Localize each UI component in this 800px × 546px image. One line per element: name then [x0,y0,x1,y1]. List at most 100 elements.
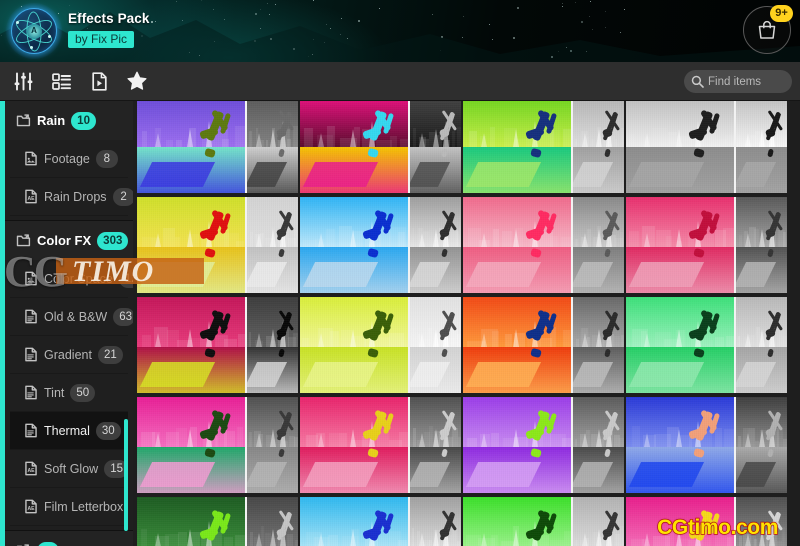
effect-tile[interactable] [300,197,461,293]
sidebar-item-count: 2 [112,187,133,206]
sidebar-item-count: 21 [97,345,123,364]
sidebar-item-thermal[interactable]: Thermal 30 [10,412,128,450]
sidebar-item-count: 121 [118,269,133,288]
effect-preview-half [463,101,571,193]
effect-tile[interactable] [626,497,787,546]
sidebar-item-label: Color Space [44,271,113,286]
cart-button[interactable]: 9+ [743,5,793,54]
film-grain [300,197,408,293]
doc-file-icon [25,385,37,400]
page-title: Effects Pack [68,11,150,26]
sidebar-item-label: Gradient [44,347,92,362]
original-preview-half [247,497,298,546]
original-preview-half [573,397,624,493]
photo-scene [736,101,787,193]
sidebar-group-partial[interactable] [5,531,133,546]
photo-scene [137,197,245,293]
film-grain [137,497,245,546]
sidebar-group-header-rain[interactable]: Rain 10 [5,101,133,140]
effect-preview-half [463,297,571,393]
effect-tile[interactable] [137,497,298,546]
sidebar-item-label: Tint [44,385,65,400]
effect-tile[interactable] [137,197,298,293]
photo-scene [410,397,461,493]
photo-scene [463,101,571,193]
sidebar-item-soft-glow[interactable]: AE Soft Glow 15 [10,450,128,488]
photo-scene [300,497,408,546]
sidebar-item-gradient[interactable]: Gradient 21 [10,336,128,374]
effect-tile[interactable] [626,397,787,493]
sidebar-item-footage[interactable]: Footage 8 [10,140,128,178]
original-preview-half [573,297,624,393]
effect-tile[interactable] [626,197,787,293]
sidebar-item-tint[interactable]: Tint 50 [10,374,128,412]
film-grain [410,101,461,193]
photo-scene [736,397,787,493]
film-grain [300,297,408,393]
effect-preview-half [626,497,734,546]
layout-list-icon [51,72,71,90]
layout-list-button[interactable] [44,64,78,98]
original-preview-half [573,497,624,546]
effect-tile[interactable] [463,397,624,493]
effect-tile[interactable] [300,497,461,546]
effect-tile[interactable] [463,297,624,393]
original-preview-half [247,297,298,393]
sidebar-item-label: Soft Glow [44,461,99,476]
film-grain [573,497,624,546]
image-file-icon [25,271,37,286]
sidebar-group: Rain 10 Footage 8 AE Rain Drops 2 [5,101,133,221]
title-block: Effects Pack by Fix Pic [68,11,150,48]
effect-tile[interactable] [626,101,787,193]
favorites-button[interactable] [120,64,154,98]
original-preview-half [247,197,298,293]
effect-preview-half [137,197,245,293]
photo-scene [736,497,787,546]
sidebar-scrollbar-thumb[interactable] [124,419,128,531]
photo-scene [463,397,571,493]
adjustments-button[interactable] [6,64,40,98]
sidebar-item-film-letterbox[interactable]: AE Film Letterbox [10,488,128,526]
film-grain [573,397,624,493]
original-preview-half [410,497,461,546]
effect-preview-half [463,397,571,493]
photo-scene [410,197,461,293]
video-file-button[interactable] [82,64,116,98]
effects-grid-area[interactable] [133,101,800,546]
effect-tile[interactable] [137,297,298,393]
sidebar-group-header-partial[interactable] [5,531,133,546]
sidebar-group: Color FX 303 Color Space 121 Old & B&W 63 Grad… [5,221,133,531]
sidebar-sublist: Footage 8 AE Rain Drops 2 [5,140,133,220]
effect-tile[interactable] [463,101,624,193]
sidebar-item-label: Film Letterbox [44,499,124,514]
film-grain [573,101,624,193]
effect-tile[interactable] [463,197,624,293]
svg-text:AE: AE [27,506,35,512]
effect-tile[interactable] [300,101,461,193]
effect-tile[interactable] [300,297,461,393]
effect-tile[interactable] [300,397,461,493]
original-preview-half [410,197,461,293]
original-preview-half [410,101,461,193]
effect-tile[interactable] [137,397,298,493]
photo-scene [463,297,571,393]
film-grain [300,497,408,546]
sidebar-item-rain-drops[interactable]: AE Rain Drops 2 [10,178,133,216]
svg-text:AE: AE [27,196,35,202]
sidebar-group-header-color-fx[interactable]: Color FX 303 [5,221,133,260]
photo-scene [463,197,571,293]
film-grain [573,297,624,393]
sidebar-item-old-b-w[interactable]: Old & B&W 63 [10,298,133,336]
film-grain [573,197,624,293]
sidebar-list[interactable]: Rain 10 Footage 8 AE Rain Drops 2 Color FX 303 Co… [5,101,133,546]
sidebar-item-color-space[interactable]: Color Space 121 [10,260,133,298]
film-grain [736,297,787,393]
effect-preview-half [626,197,734,293]
search-input[interactable]: Find items [684,70,792,93]
effect-preview-half [463,197,571,293]
effect-preview-half [463,497,571,546]
app-header: A Effects Pack by Fix Pic 9+ [0,0,800,62]
effect-tile[interactable] [463,497,624,546]
effect-tile[interactable] [626,297,787,393]
effect-tile[interactable] [137,101,298,193]
